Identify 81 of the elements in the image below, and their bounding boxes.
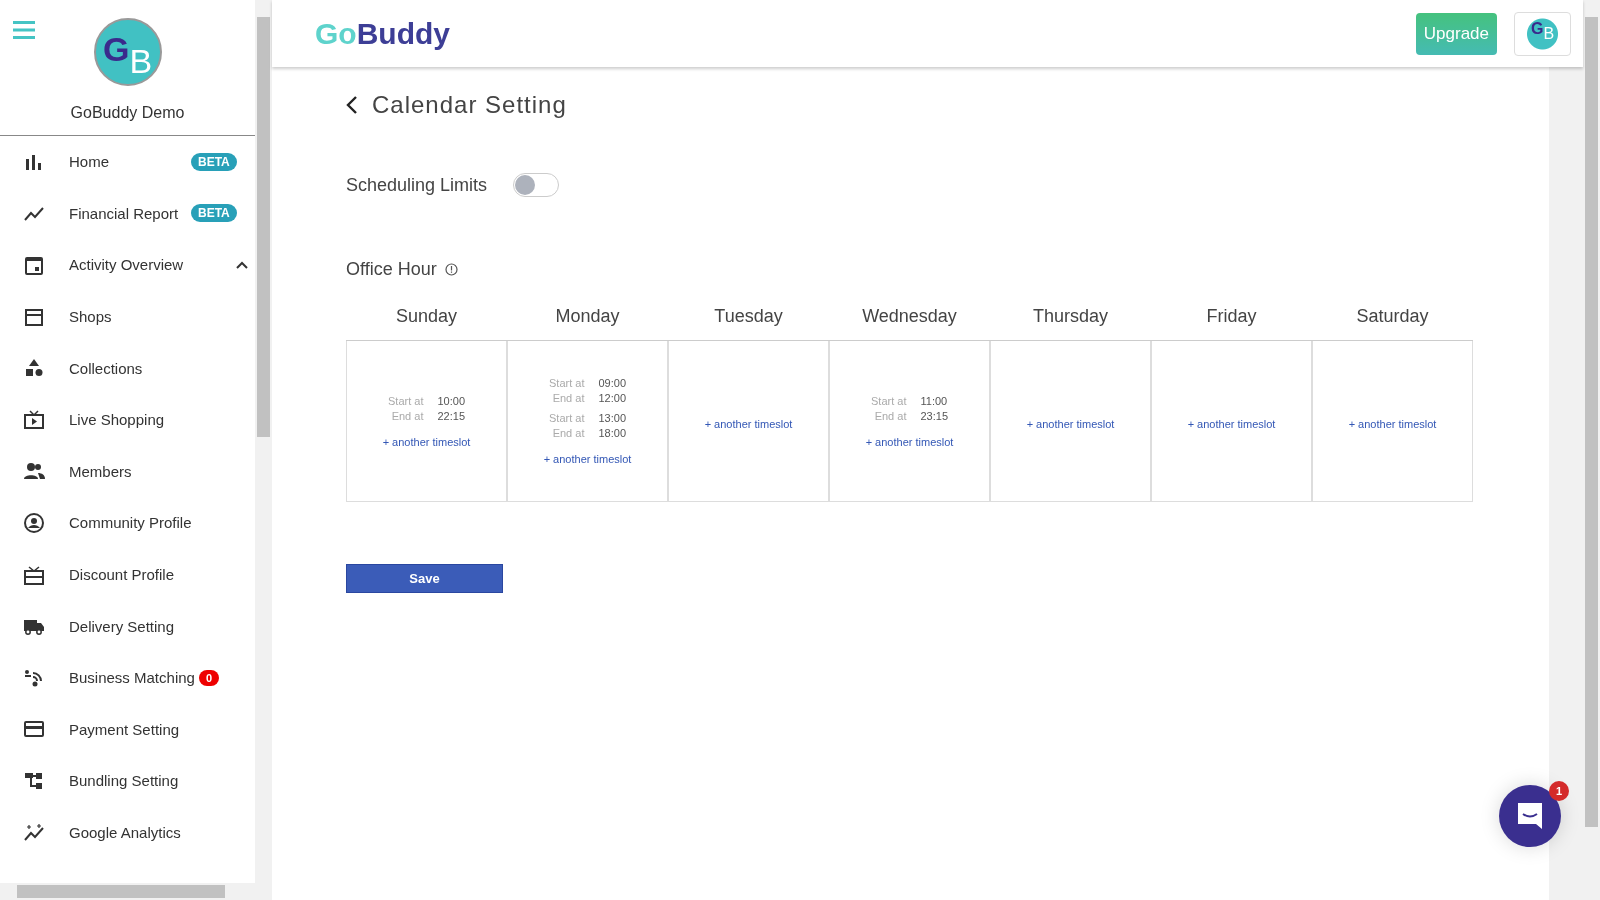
slot-label: Start at [388, 394, 424, 407]
slot-label: Start at [549, 412, 585, 424]
scrollbar[interactable] [1583, 0, 1600, 900]
nav-label: Activity Overview [69, 256, 184, 274]
beta-badge: BETA [191, 204, 237, 223]
nav-label: Financial Report [69, 204, 179, 222]
save-button[interactable]: Save [346, 564, 503, 593]
slot-time[interactable]: 23:15 [920, 409, 948, 422]
back-icon[interactable] [346, 95, 358, 115]
slot-label: End at [551, 427, 585, 439]
nav-item[interactable]: Delivery Setting [0, 600, 255, 652]
nav-item[interactable]: Payment Setting [0, 703, 255, 756]
avatar: GB [93, 18, 162, 86]
avatar-button[interactable]: GB [1514, 11, 1571, 56]
nav-item[interactable]: Bundling Setting [0, 755, 255, 807]
day-heading: Saturday [1312, 306, 1473, 341]
nav-label: Collections [69, 359, 143, 377]
day-heading: Monday [507, 306, 668, 341]
slot-label: Start at [871, 394, 907, 407]
beta-badge: BETA [191, 152, 237, 171]
nav-item[interactable]: Business Matching 0 [0, 651, 255, 704]
nav-label: Members [69, 462, 132, 480]
day-heading: Sunday [346, 306, 507, 341]
nav-item[interactable]: Live Shopping [0, 393, 255, 446]
page-title: Calendar Setting [372, 91, 567, 119]
day-heading: Tuesday [668, 306, 829, 341]
day-heading: Wednesday [829, 306, 990, 341]
caret-icon[interactable] [236, 261, 248, 269]
nav-item[interactable]: Activity Overview [0, 239, 255, 291]
profile-name: GoBuddy Demo [70, 104, 185, 122]
nav-label: Discount Profile [69, 566, 175, 584]
nav-label: Business Matching [69, 669, 195, 687]
add-timeslot-link[interactable]: + another timeslot [865, 435, 954, 448]
slot-time[interactable]: 11:00 [920, 394, 948, 407]
count-badge: 0 [198, 669, 220, 686]
scrollbar[interactable] [0, 883, 272, 900]
nav-item[interactable]: Collections [0, 342, 255, 394]
add-timeslot-link[interactable]: + another timeslot [1026, 418, 1115, 430]
logo[interactable]: GoBuddy [315, 16, 450, 51]
slot-time[interactable]: 22:15 [437, 409, 465, 422]
nav-label: Payment Setting [69, 720, 180, 738]
slot-time[interactable]: 18:00 [598, 427, 626, 439]
add-timeslot-link[interactable]: + another timeslot [1348, 418, 1437, 430]
nav-label: Shops [69, 308, 112, 326]
setting-label: Scheduling Limits [346, 174, 488, 196]
slot-label: Start at [549, 377, 585, 389]
slot-label: End at [390, 409, 424, 422]
scrollbar[interactable] [255, 0, 272, 883]
slot-time[interactable]: 12:00 [598, 392, 626, 404]
slot-time[interactable]: 10:00 [437, 394, 465, 407]
nav-label: Google Analytics [69, 824, 181, 841]
day-heading: Friday [1151, 306, 1312, 341]
chat-button[interactable] [1499, 785, 1561, 847]
nav-item[interactable]: Home BETA [0, 136, 255, 188]
nav-item[interactable]: Discount Profile [0, 548, 255, 601]
person-circle-icon [23, 511, 45, 534]
add-timeslot-link[interactable]: + another timeslot [382, 435, 471, 448]
slot-time[interactable]: 13:00 [598, 412, 626, 424]
section-label: Office Hour [346, 259, 437, 280]
nav-item[interactable]: Community Profile [0, 497, 255, 549]
slot-label: End at [551, 392, 585, 404]
day-heading: Thursday [990, 306, 1151, 341]
gift-box-icon [23, 563, 45, 586]
add-timeslot-link[interactable]: + another timeslot [704, 418, 793, 430]
nav-label: Live Shopping [69, 411, 165, 429]
nav-label: Home [69, 153, 109, 171]
add-timeslot-link[interactable]: + another timeslot [1187, 418, 1276, 430]
nav-item[interactable]: Shops [0, 290, 255, 343]
add-timeslot-link[interactable]: + another timeslot [543, 453, 632, 465]
scrollbar[interactable] [1549, 67, 1583, 900]
slot-time[interactable]: 09:00 [598, 377, 626, 389]
nav-item[interactable]: Members [0, 445, 255, 498]
nav-item[interactable]: Google Analytics [0, 806, 255, 859]
nav-label: Delivery Setting [69, 617, 175, 635]
calendar-icon [23, 254, 45, 276]
nav-label: Bundling Setting [69, 772, 179, 790]
nav-label: Community Profile [69, 514, 192, 532]
slot-label: End at [873, 409, 907, 422]
info-icon[interactable] [444, 263, 458, 276]
tv-play-icon [23, 408, 45, 431]
nav-item[interactable]: Financial Report BETA [0, 187, 255, 240]
